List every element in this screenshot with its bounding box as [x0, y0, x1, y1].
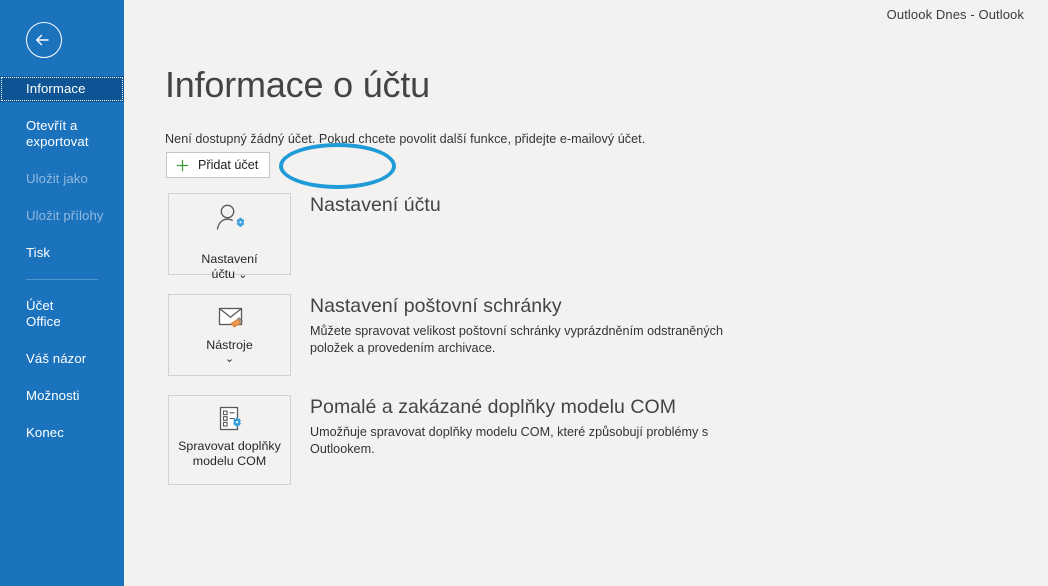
plus-icon: [176, 159, 189, 172]
nav-gap: [0, 335, 124, 346]
nav-gap: [0, 155, 124, 166]
com-addins-description: Pomalé a zakázané doplňky modelu COM Umo…: [310, 395, 730, 458]
outlook-backstage-view: Informace Otevřít a exportovat Uložit ja…: [0, 0, 1048, 586]
highlight-ellipse-annotation: [279, 143, 396, 189]
nav-gap: [0, 192, 124, 203]
com-addins-icon: [212, 405, 248, 435]
window-title: Outlook Dnes - Outlook: [886, 7, 1024, 22]
back-arrow-icon: [27, 23, 61, 57]
chevron-down-icon: ⌄: [224, 353, 235, 365]
sidebar-item-ulozit-prilohy: Uložit přílohy: [26, 208, 104, 223]
sidebar-item-moznosti[interactable]: Možnosti: [0, 383, 124, 409]
com-addins-tile[interactable]: Spravovat doplňky modelu COM: [168, 395, 291, 485]
back-arrow-button[interactable]: [26, 22, 62, 58]
page-title: Informace o účtu: [165, 64, 430, 105]
mailbox-cleanup-tools-icon: [212, 304, 248, 334]
nav-gap: [0, 229, 124, 240]
sidebar-nav: Informace Otevřít a exportovat Uložit ja…: [0, 76, 124, 446]
account-settings-tile-label: Nastavení účtu ⌄: [201, 252, 258, 281]
section-heading: Pomalé a zakázané doplňky modelu COM: [310, 396, 676, 418]
sidebar-divider: [26, 279, 98, 280]
nav-gap: [0, 409, 124, 420]
sidebar-item-vas-nazor[interactable]: Váš názor: [0, 346, 124, 372]
sidebar-item-tisk[interactable]: Tisk: [0, 240, 124, 266]
mailbox-tools-tile-label: Nástroje: [206, 338, 253, 352]
account-settings-tile[interactable]: Nastavení účtu ⌄: [168, 193, 291, 281]
section-heading: Nastavení účtu: [310, 194, 441, 216]
section-text: Můžete spravovat velikost poštovní schrá…: [310, 324, 723, 355]
sidebar-item-otevrit-a-exportovat[interactable]: Otevřít a exportovat: [0, 113, 124, 155]
section-heading: Nastavení poštovní schránky: [310, 295, 562, 317]
com-addins-tile-label: Spravovat doplňky modelu COM: [178, 439, 281, 468]
sidebar-item-ucet-office[interactable]: Účet Office: [0, 293, 124, 335]
backstage-content: Outlook Dnes - Outlook Informace o účtu …: [124, 0, 1048, 586]
section-text: Umožňuje spravovat doplňky modelu COM, k…: [310, 425, 709, 456]
mailbox-tools-tile[interactable]: Nástroje ⌄: [168, 294, 291, 376]
add-account-button[interactable]: Přidat účet: [166, 152, 271, 178]
sidebar-item-ulozit-jako: Uložit jako: [26, 171, 88, 186]
account-settings-description: Nastavení účtu: [310, 193, 730, 217]
sidebar-item-informace[interactable]: Informace: [0, 76, 124, 102]
account-notice: Není dostupný žádný účet. Pokud chcete p…: [165, 132, 646, 146]
chevron-down-icon: ⌄: [235, 269, 248, 281]
mailbox-settings-description: Nastavení poštovní schránky Můžete sprav…: [310, 294, 730, 357]
add-account-label: Přidat účet: [198, 158, 259, 172]
account-settings-icon: [212, 203, 248, 233]
nav-gap: [0, 372, 124, 383]
backstage-sidebar: Informace Otevřít a exportovat Uložit ja…: [0, 0, 124, 586]
sidebar-item-konec[interactable]: Konec: [0, 420, 124, 446]
nav-gap: [0, 102, 124, 113]
